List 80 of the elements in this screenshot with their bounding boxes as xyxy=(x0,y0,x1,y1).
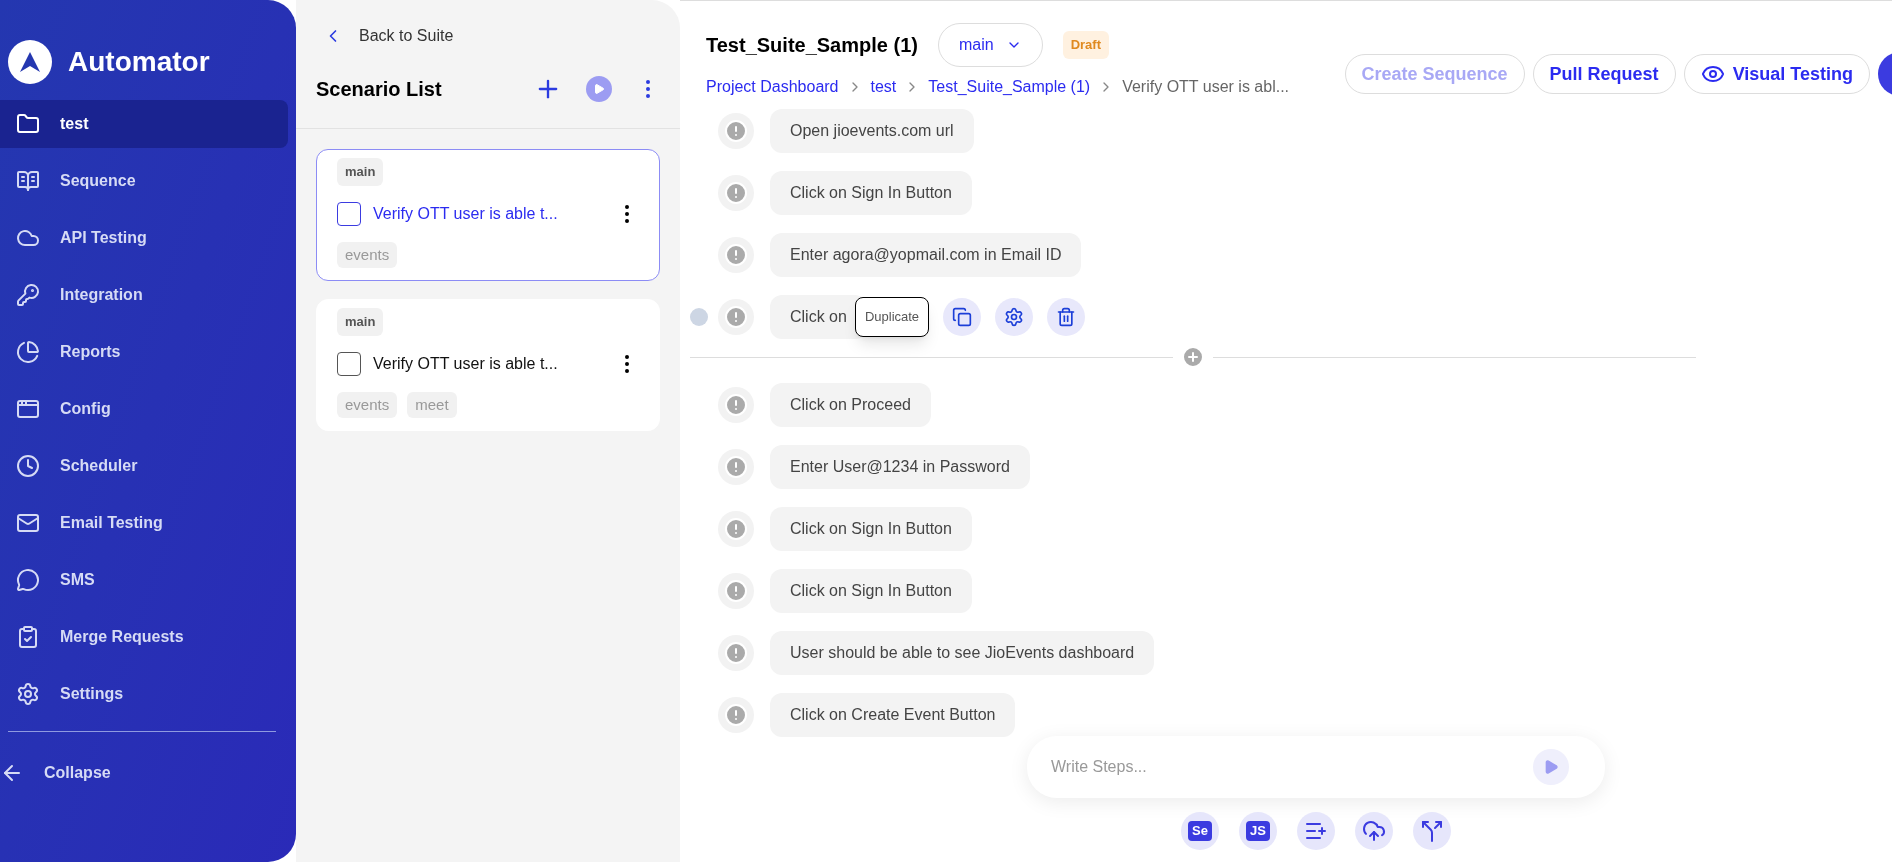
drag-handle[interactable] xyxy=(690,308,708,326)
settings-button[interactable] xyxy=(995,298,1034,336)
status-badge: Draft xyxy=(1062,31,1109,59)
step-bubble[interactable]: User should be able to see JioEvents dashboard xyxy=(770,631,1155,675)
scenario-title[interactable]: Verify OTT user is able t... xyxy=(373,351,603,376)
copy-icon xyxy=(952,307,973,327)
window-icon xyxy=(16,397,40,421)
breadcrumb-link[interactable]: Project Dashboard xyxy=(706,75,839,99)
settings-icon xyxy=(16,682,40,706)
warning-icon xyxy=(718,449,754,485)
suite-title: Test_Suite_Sample (1) xyxy=(706,33,918,58)
tool-button[interactable] xyxy=(1413,812,1451,850)
nav-item[interactable]: Scheduler xyxy=(0,442,288,490)
settings-icon xyxy=(1004,307,1025,327)
warning-icon xyxy=(718,175,754,211)
folder-icon xyxy=(16,112,40,136)
chart-icon xyxy=(16,340,40,364)
scenario-title[interactable]: Verify OTT user is able t... xyxy=(373,201,603,226)
warning-icon xyxy=(718,697,754,733)
nav-item[interactable]: test xyxy=(0,100,288,148)
step-bubble[interactable]: Click on Sign In Button xyxy=(770,507,972,551)
tool-button[interactable] xyxy=(1355,812,1393,850)
input-field[interactable]: Write Steps... xyxy=(1051,755,1533,779)
warning-icon xyxy=(718,299,754,335)
document-icon xyxy=(16,169,40,193)
branch-tag: main xyxy=(337,308,384,336)
step-bubble[interactable]: Open jioevents.com url xyxy=(770,109,974,153)
warning-icon xyxy=(718,511,754,547)
branch-icon xyxy=(1420,819,1444,843)
nav-item[interactable]: SMS xyxy=(0,556,288,604)
tool-label: JS xyxy=(1246,821,1270,841)
step-bubble[interactable]: Enter agora@yopmail.com in Email ID xyxy=(770,233,1082,277)
checkbox[interactable] xyxy=(337,351,361,376)
warning-icon xyxy=(718,635,754,671)
delete-button[interactable] xyxy=(1047,298,1086,336)
nav-item[interactable]: Config xyxy=(0,385,288,433)
warning-icon xyxy=(718,387,754,423)
tool-label: Se xyxy=(1188,821,1212,841)
cloud-icon xyxy=(1362,819,1386,843)
nav-item[interactable]: Merge Requests xyxy=(0,613,288,661)
back-link[interactable]: Back to Suite xyxy=(296,0,680,48)
collapse-button[interactable]: Collapse xyxy=(0,748,296,798)
warning-icon xyxy=(718,237,754,273)
step-bubble[interactable]: Enter User@1234 in Password xyxy=(770,445,1030,489)
tool-button[interactable] xyxy=(1297,812,1335,850)
nav-item[interactable]: Sequence xyxy=(0,157,288,205)
nav-item[interactable]: API Testing xyxy=(0,214,288,262)
nav-item[interactable]: Reports xyxy=(0,328,288,376)
play-icon xyxy=(1543,759,1559,775)
trash-icon xyxy=(1056,307,1077,327)
logo-icon xyxy=(8,40,52,84)
clipboard-icon xyxy=(16,625,40,649)
breadcrumb-link[interactable]: Test_Suite_Sample (1) xyxy=(928,75,1091,99)
tag: meet xyxy=(407,391,457,418)
panel-title: Scenario List xyxy=(316,77,443,102)
branch-tag: main xyxy=(337,158,384,186)
warning-icon xyxy=(718,113,754,149)
duplicate-button[interactable] xyxy=(943,298,982,336)
chat-icon xyxy=(16,568,40,592)
scenario-card[interactable]: main Verify OTT user is able t... events meet xyxy=(316,299,660,431)
tag: events xyxy=(337,241,398,268)
tag: events xyxy=(337,391,398,418)
step-bubble[interactable]: Click on Sign In Button xyxy=(770,171,972,215)
scenario-card[interactable]: main Verify OTT user is able t... events xyxy=(316,149,660,281)
warning-icon xyxy=(718,573,754,609)
nav-item[interactable]: Email Testing xyxy=(0,499,288,547)
checkbox[interactable] xyxy=(337,201,361,226)
step-bubble[interactable]: Click on Sign In Button xyxy=(770,569,972,613)
step-bubble[interactable]: Click on Proceed xyxy=(770,383,931,427)
tooltip: Duplicate xyxy=(854,297,930,337)
nav-item[interactable]: Settings xyxy=(0,670,288,718)
key-icon xyxy=(16,283,40,307)
breadcrumb-link[interactable]: test xyxy=(870,75,897,99)
tool-button[interactable]: JS xyxy=(1239,812,1277,850)
step-bubble[interactable]: Click on Create Event Button xyxy=(770,693,1016,737)
app-name: Automator xyxy=(68,45,210,79)
mail-icon xyxy=(16,511,40,535)
tool-button[interactable]: Se xyxy=(1181,812,1219,850)
clock-icon xyxy=(16,454,40,478)
nav-item[interactable]: Integration xyxy=(0,271,288,319)
